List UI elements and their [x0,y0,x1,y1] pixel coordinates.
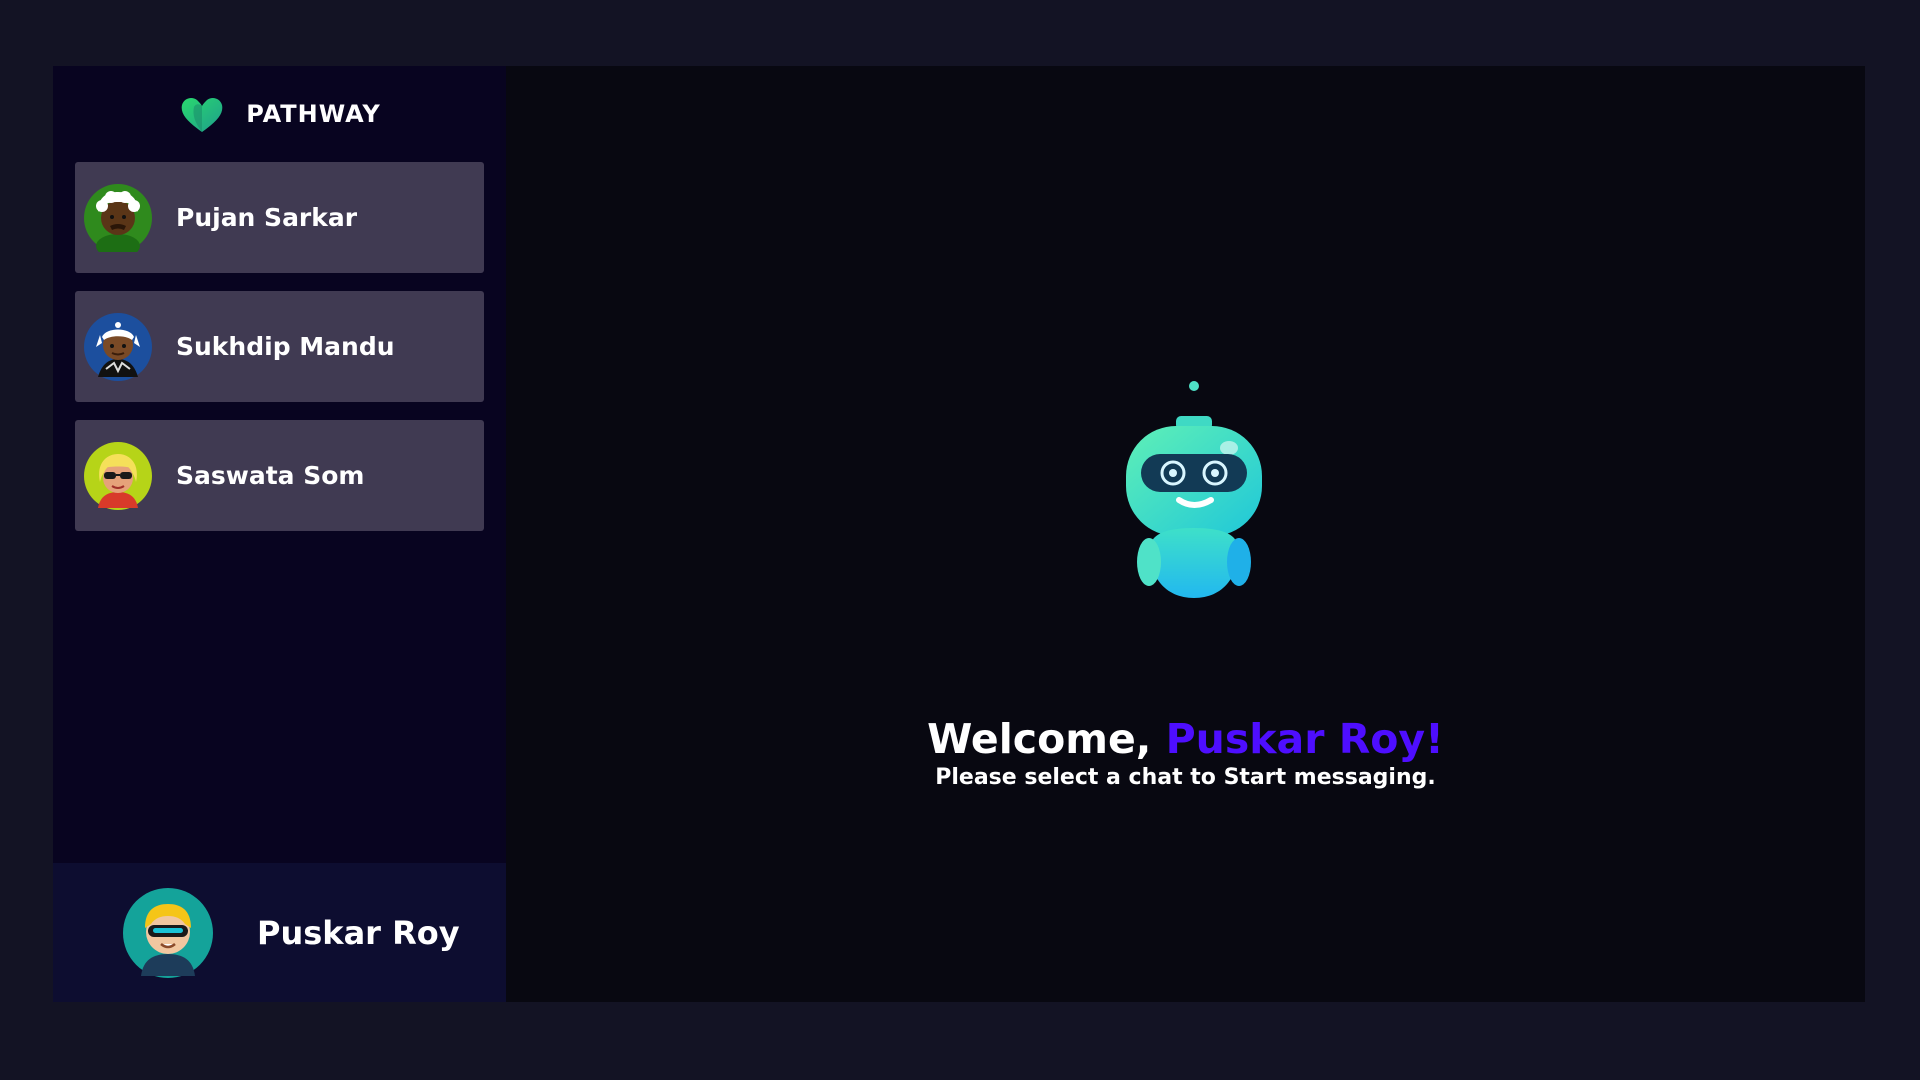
contact-item-pujan-sarkar[interactable]: Pujan Sarkar [75,162,484,273]
blue-headband-avatar-icon [84,312,152,381]
current-user-panel: Puskar Roy [53,863,506,1002]
welcome-subtitle: Please select a chat to Start messaging. [935,765,1436,790]
welcome-greeting: Welcome, [927,715,1166,763]
contact-name: Saswata Som [176,461,365,490]
chat-app: PATHWAY Pujan Sarkar Sukhdip Mandu Saswa… [53,66,1865,1002]
welcome-user-name: Puskar Roy! [1165,715,1444,763]
brand-name: PATHWAY [246,100,381,128]
sidebar: PATHWAY Pujan Sarkar Sukhdip Mandu Saswa… [53,66,506,1002]
chat-welcome-area: Welcome, Puskar Roy! Please select a cha… [506,66,1865,1002]
brand: PATHWAY [53,66,506,162]
contact-item-sukhdip-mandu[interactable]: Sukhdip Mandu [75,291,484,402]
contact-list: Pujan Sarkar Sukhdip Mandu Saswata Som [53,162,506,863]
robot-icon [1126,381,1262,598]
contact-item-saswata-som[interactable]: Saswata Som [75,420,484,531]
white-hair-avatar-icon [84,183,152,252]
visor-avatar-icon [123,887,213,978]
welcome-message: Welcome, Puskar Roy! Please select a cha… [506,714,1865,792]
contact-name: Sukhdip Mandu [176,332,395,361]
sunglasses-avatar-icon [84,441,152,510]
welcome-heading: Welcome, Puskar Roy! [506,714,1865,764]
current-user-name: Puskar Roy [257,913,460,952]
contact-name: Pujan Sarkar [176,203,358,232]
heart-logo-icon [181,97,223,132]
